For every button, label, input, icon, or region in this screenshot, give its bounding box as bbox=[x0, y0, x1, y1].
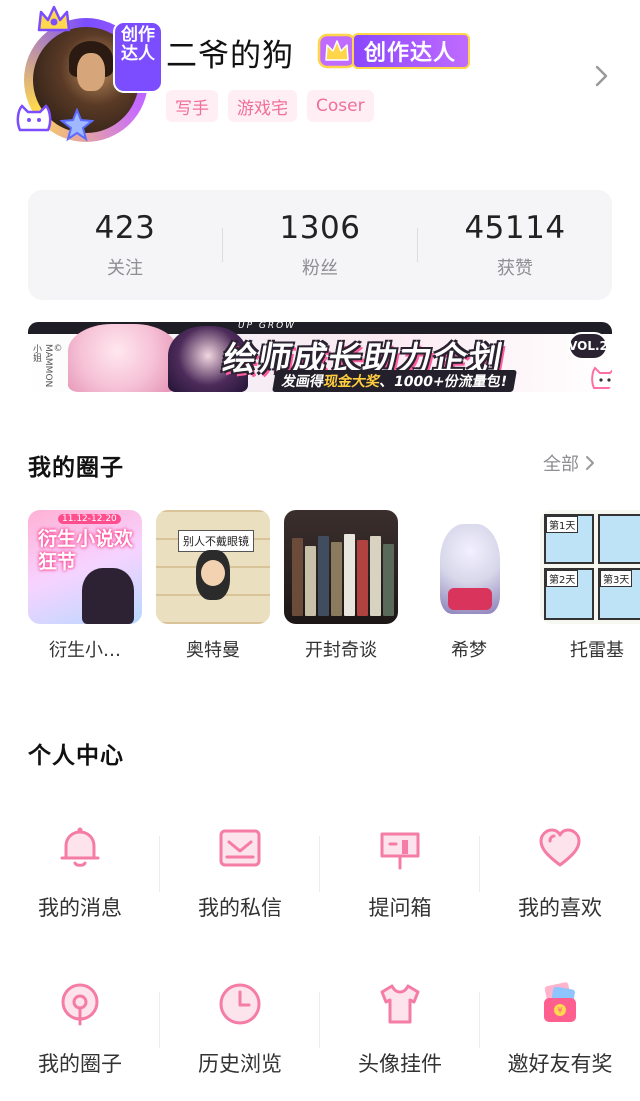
circle-item[interactable]: 开封奇谈 bbox=[284, 510, 398, 660]
stat-value: 423 bbox=[94, 210, 156, 246]
circle-item[interactable]: 11.12-12.20 衍生小说欢狂节 衍生小… bbox=[28, 510, 142, 660]
circle-thumbnail: 11.12-12.20 衍生小说欢狂节 bbox=[28, 510, 142, 624]
banner-copyright: © MAMMON小姐 bbox=[31, 344, 63, 388]
envelope-icon bbox=[219, 829, 261, 867]
circle-item[interactable]: 别人不戴眼镜 奥特曼 bbox=[156, 510, 270, 660]
circle-thumb-label: 第3天 bbox=[600, 570, 633, 587]
chevron-right-icon bbox=[586, 456, 594, 470]
cat-icon bbox=[591, 366, 612, 389]
menu-item-history[interactable]: 历史浏览 bbox=[160, 980, 320, 1078]
stat-following[interactable]: 423 关注 bbox=[28, 210, 222, 280]
stat-followers[interactable]: 1306 粉丝 bbox=[223, 210, 417, 280]
tag[interactable]: Coser bbox=[307, 90, 374, 122]
stats-panel: 423 关注 1306 粉丝 45114 获赞 bbox=[28, 190, 612, 300]
banner-subtitle-highlight: 现金大奖 bbox=[322, 374, 382, 390]
personal-center-title: 个人中心 bbox=[28, 743, 124, 769]
stat-likes[interactable]: 45114 获赞 bbox=[418, 210, 612, 280]
circle-name: 衍生小… bbox=[49, 640, 121, 660]
menu-item-direct-messages[interactable]: 我的私信 bbox=[160, 824, 320, 922]
circle-thumb-date: 11.12-12.20 bbox=[58, 514, 121, 524]
username: 二爷的狗 bbox=[166, 38, 294, 74]
menu-item-label: 提问箱 bbox=[368, 896, 432, 920]
avatar[interactable]: 创作达人 bbox=[14, 4, 163, 144]
mailbox-icon bbox=[380, 832, 420, 870]
banner-subtitle: 发画得现金大奖、1000+份流量包! bbox=[272, 370, 518, 392]
menu-item-label: 我的圈子 bbox=[38, 1052, 122, 1076]
avatar-badge-text: 创作达人 bbox=[121, 25, 155, 64]
personal-center-grid: 我的消息 我的私信 提问箱 我的喜欢 我的圈子 历史浏览 头像挂件 ¥ 邀好友有… bbox=[0, 800, 640, 1100]
chevron-right-icon[interactable] bbox=[592, 65, 610, 87]
circle-thumb-text: 别人不戴眼镜 bbox=[178, 530, 254, 552]
divider bbox=[159, 836, 160, 892]
menu-item-messages[interactable]: 我的消息 bbox=[0, 824, 160, 922]
heart-icon bbox=[539, 828, 581, 867]
bell-icon bbox=[60, 827, 100, 867]
divider bbox=[319, 836, 320, 892]
circle-name: 奥特曼 bbox=[186, 640, 240, 660]
svg-text:¥: ¥ bbox=[557, 1006, 562, 1015]
divider bbox=[479, 836, 480, 892]
menu-item-question-box[interactable]: 提问箱 bbox=[320, 824, 480, 922]
circle-thumbnail: 别人不戴眼镜 bbox=[156, 510, 270, 624]
menu-item-likes[interactable]: 我的喜欢 bbox=[480, 824, 640, 922]
profile-tags: 写手 游戏宅 Coser bbox=[166, 90, 374, 122]
circles-list: 11.12-12.20 衍生小说欢狂节 衍生小… 别人不戴眼镜 奥特曼 开封奇谈 bbox=[28, 510, 640, 660]
menu-item-label: 邀好友有奖 bbox=[507, 1052, 613, 1076]
see-all-link[interactable]: 全部 bbox=[543, 450, 595, 476]
menu-item-label: 我的消息 bbox=[38, 896, 122, 920]
divider bbox=[479, 992, 480, 1048]
see-all-label: 全部 bbox=[543, 454, 579, 475]
stat-label: 关注 bbox=[107, 258, 143, 279]
menu-item-label: 头像挂件 bbox=[358, 1052, 442, 1076]
tag[interactable]: 游戏宅 bbox=[228, 90, 297, 122]
crown-icon bbox=[37, 5, 71, 32]
circle-item[interactable]: 第1天 第2天 第3天 托雷基 bbox=[540, 510, 640, 660]
divider bbox=[319, 992, 320, 1048]
banner-character-image bbox=[68, 324, 178, 392]
stat-value: 45114 bbox=[464, 210, 566, 246]
circle-thumb-label: 第1天 bbox=[546, 516, 579, 533]
promo-banner[interactable]: UP GROW © MAMMON小姐 绘师成长助力企划 发画得现金大奖、1000… bbox=[28, 322, 612, 392]
stat-label: 获赞 bbox=[497, 258, 533, 279]
stat-value: 1306 bbox=[279, 210, 361, 246]
menu-item-invite-friends[interactable]: ¥ 邀好友有奖 bbox=[480, 980, 640, 1078]
circle-thumb-label: 第2天 bbox=[546, 570, 579, 587]
banner-vol-badge: VOL.2 bbox=[568, 332, 608, 360]
menu-item-label: 历史浏览 bbox=[198, 1052, 282, 1076]
circle-thumbnail: 第1天 第2天 第3天 bbox=[540, 510, 640, 624]
creator-badge[interactable]: 创作达人 bbox=[316, 30, 480, 72]
profile-header[interactable]: 创作达人 二爷的狗 创作达人 写手 游戏宅 Coser bbox=[0, 0, 640, 150]
circle-name: 托雷基 bbox=[570, 640, 624, 660]
banner-strip-text: UP GROW bbox=[238, 322, 297, 331]
stat-label: 粉丝 bbox=[302, 258, 338, 279]
location-pin-icon bbox=[61, 983, 99, 1026]
tag[interactable]: 写手 bbox=[166, 90, 218, 122]
menu-item-label: 我的喜欢 bbox=[518, 896, 602, 920]
circle-thumbnail bbox=[284, 510, 398, 624]
menu-item-label: 我的私信 bbox=[198, 896, 282, 920]
circles-section-title: 我的圈子 bbox=[28, 455, 124, 481]
tshirt-icon bbox=[380, 984, 420, 1024]
banner-subtitle-suffix: 、1000+份流量包! bbox=[378, 374, 509, 390]
menu-item-my-circles[interactable]: 我的圈子 bbox=[0, 980, 160, 1078]
circle-name: 希梦 bbox=[451, 640, 487, 660]
gift-wallet-icon: ¥ bbox=[544, 982, 576, 1022]
divider bbox=[159, 992, 160, 1048]
banner-subtitle-prefix: 发画得 bbox=[280, 374, 326, 390]
circle-thumbnail bbox=[412, 510, 526, 624]
circle-thumb-text: 衍生小说欢狂节 bbox=[38, 528, 134, 573]
clock-icon bbox=[219, 983, 261, 1025]
creator-badge-label: 创作达人 bbox=[352, 33, 471, 69]
cat-icon bbox=[16, 104, 52, 132]
menu-item-avatar-pendant[interactable]: 头像挂件 bbox=[320, 980, 480, 1078]
circle-item[interactable]: 希梦 bbox=[412, 510, 526, 660]
star-icon bbox=[60, 108, 94, 142]
circle-name: 开封奇谈 bbox=[305, 640, 377, 660]
